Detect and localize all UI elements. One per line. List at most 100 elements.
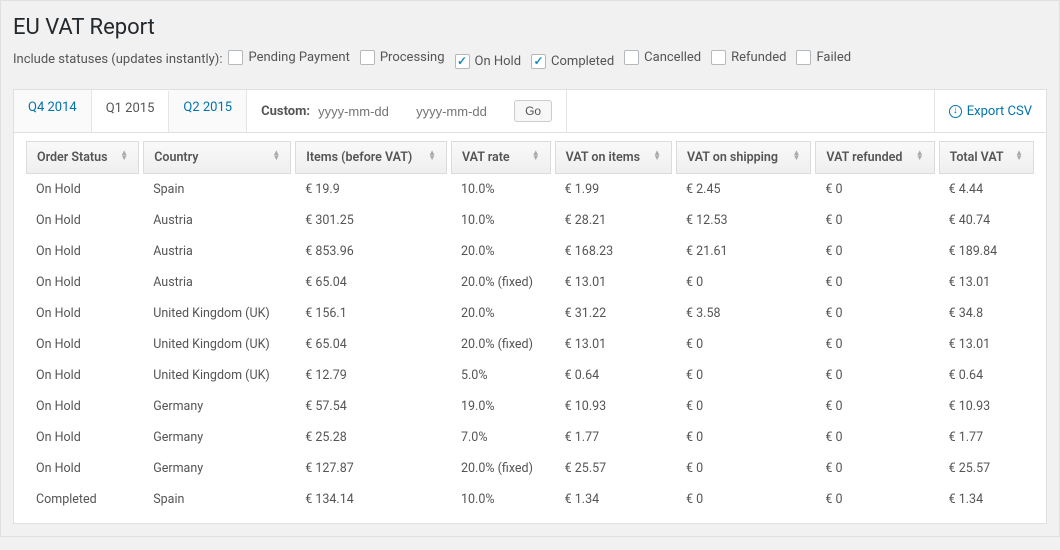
table-cell: € 25.57 bbox=[555, 453, 672, 484]
status-checkbox-pending-payment[interactable]: Pending Payment bbox=[228, 50, 349, 65]
table-body: On HoldSpain€ 19.910.0%€ 1.99€ 2.45€ 0€ … bbox=[26, 174, 1034, 515]
table-cell: € 65.04 bbox=[295, 329, 447, 360]
table-cell: € 13.01 bbox=[555, 267, 672, 298]
table-cell: € 0 bbox=[815, 360, 934, 391]
table-cell: € 0.64 bbox=[939, 360, 1034, 391]
table-cell: United Kingdom (UK) bbox=[143, 329, 291, 360]
table-cell: € 301.25 bbox=[295, 205, 447, 236]
checkbox-icon bbox=[360, 50, 375, 65]
table-cell: Austria bbox=[143, 236, 291, 267]
table-cell: 10.0% bbox=[451, 484, 551, 515]
table-cell: € 168.23 bbox=[555, 236, 672, 267]
sort-icon: ▲▼ bbox=[1015, 150, 1023, 160]
table-cell: € 1.77 bbox=[939, 422, 1034, 453]
sort-icon: ▲▼ bbox=[272, 150, 280, 160]
table-cell: € 156.1 bbox=[295, 298, 447, 329]
table-cell: € 0 bbox=[815, 391, 934, 422]
table-row: CompletedSpain€ 134.1410.0%€ 1.34€ 0€ 0€… bbox=[26, 484, 1034, 515]
column-header[interactable]: Total VAT ▲▼ bbox=[939, 141, 1034, 174]
table-cell: € 0 bbox=[676, 360, 811, 391]
custom-end-date-input[interactable] bbox=[416, 102, 506, 121]
column-header[interactable]: Order Status ▲▼ bbox=[26, 141, 139, 174]
table-cell: On Hold bbox=[26, 236, 139, 267]
tab-q4-2014[interactable]: Q4 2014 bbox=[14, 90, 92, 132]
status-checkbox-on-hold[interactable]: On Hold bbox=[455, 54, 522, 69]
tab-q1-2015[interactable]: Q1 2015 bbox=[92, 91, 170, 132]
table-cell: € 0 bbox=[676, 422, 811, 453]
table-cell: € 0 bbox=[676, 267, 811, 298]
table-cell: 20.0% bbox=[451, 298, 551, 329]
checkbox-icon bbox=[796, 50, 811, 65]
column-header[interactable]: VAT on shipping ▲▼ bbox=[676, 141, 811, 174]
table-cell: On Hold bbox=[26, 174, 139, 205]
tab-q2-2015[interactable]: Q2 2015 bbox=[169, 90, 247, 132]
status-checkbox-cancelled[interactable]: Cancelled bbox=[624, 50, 701, 65]
table-cell: € 1.99 bbox=[555, 174, 672, 205]
status-checkbox-processing[interactable]: Processing bbox=[360, 50, 445, 65]
go-button[interactable]: Go bbox=[514, 100, 552, 122]
table-row: On HoldAustria€ 853.9620.0%€ 168.23€ 21.… bbox=[26, 236, 1034, 267]
table-cell: 7.0% bbox=[451, 422, 551, 453]
table-cell: € 0.64 bbox=[555, 360, 672, 391]
sort-icon: ▲▼ bbox=[428, 150, 436, 160]
table-cell: 20.0% (fixed) bbox=[451, 267, 551, 298]
column-header[interactable]: Items (before VAT)▲▼ bbox=[295, 141, 447, 174]
table-cell: On Hold bbox=[26, 360, 139, 391]
table-cell: € 0 bbox=[815, 453, 934, 484]
checkbox-icon bbox=[711, 50, 726, 65]
status-checkbox-failed[interactable]: Failed bbox=[796, 50, 851, 65]
column-header-label: VAT on shipping bbox=[687, 150, 778, 165]
status-filter-row: Include statuses (updates instantly): Pe… bbox=[13, 50, 1047, 69]
table-cell: € 12.53 bbox=[676, 205, 811, 236]
table-cell: Austria bbox=[143, 205, 291, 236]
table-cell: € 0 bbox=[676, 391, 811, 422]
report-panel: EU VAT Report Include statuses (updates … bbox=[0, 0, 1060, 537]
column-header[interactable]: VAT refunded ▲▼ bbox=[815, 141, 934, 174]
table-cell: On Hold bbox=[26, 453, 139, 484]
table-row: On HoldUnited Kingdom (UK)€ 12.795.0%€ 0… bbox=[26, 360, 1034, 391]
column-header-label: Order Status bbox=[37, 150, 108, 165]
column-header[interactable]: VAT on items ▲▼ bbox=[555, 141, 672, 174]
table-cell: € 0 bbox=[676, 453, 811, 484]
table-cell: On Hold bbox=[26, 422, 139, 453]
table-cell: € 127.87 bbox=[295, 453, 447, 484]
table-row: On HoldSpain€ 19.910.0%€ 1.99€ 2.45€ 0€ … bbox=[26, 174, 1034, 205]
table-cell: € 25.28 bbox=[295, 422, 447, 453]
sort-icon: ▲▼ bbox=[792, 150, 800, 160]
tabs-spacer bbox=[567, 90, 934, 132]
tab-custom-range: Custom: Go bbox=[247, 90, 567, 132]
custom-start-date-input[interactable] bbox=[318, 102, 408, 121]
table-row: On HoldUnited Kingdom (UK)€ 156.120.0%€ … bbox=[26, 298, 1034, 329]
table-cell: € 10.93 bbox=[939, 391, 1034, 422]
table-cell: € 0 bbox=[815, 236, 934, 267]
column-header[interactable]: Country▲▼ bbox=[143, 141, 291, 174]
checkbox-label: On Hold bbox=[475, 54, 522, 69]
status-checkbox-refunded[interactable]: Refunded bbox=[711, 50, 786, 65]
column-header[interactable]: VAT rate▲▼ bbox=[451, 141, 551, 174]
page-title: EU VAT Report bbox=[13, 15, 1047, 40]
download-icon: ↓ bbox=[949, 105, 962, 118]
export-csv-button[interactable]: ↓ Export CSV bbox=[934, 90, 1046, 132]
table-cell: On Hold bbox=[26, 391, 139, 422]
checkbox-label: Completed bbox=[551, 54, 614, 69]
table-cell: Completed bbox=[26, 484, 139, 515]
column-header-label: Total VAT bbox=[950, 150, 1004, 165]
column-header-label: VAT on items bbox=[566, 150, 640, 165]
report-table-wrap: Order Status▲▼Country▲▼Items (before VAT… bbox=[13, 132, 1047, 524]
status-checkbox-completed[interactable]: Completed bbox=[531, 54, 614, 69]
table-cell: € 0 bbox=[815, 174, 934, 205]
table-cell: € 0 bbox=[676, 329, 811, 360]
sort-icon: ▲▼ bbox=[653, 150, 661, 160]
table-cell: € 13.01 bbox=[939, 329, 1034, 360]
export-csv-label: Export CSV bbox=[967, 104, 1032, 119]
table-cell: € 31.22 bbox=[555, 298, 672, 329]
column-header-label: VAT refunded bbox=[826, 150, 902, 165]
table-cell: € 0 bbox=[815, 422, 934, 453]
table-cell: On Hold bbox=[26, 329, 139, 360]
table-cell: 10.0% bbox=[451, 174, 551, 205]
sort-icon: ▲▼ bbox=[120, 150, 128, 160]
table-cell: € 1.34 bbox=[555, 484, 672, 515]
sort-icon: ▲▼ bbox=[916, 150, 924, 160]
table-cell: € 0 bbox=[815, 329, 934, 360]
table-cell: € 189.84 bbox=[939, 236, 1034, 267]
